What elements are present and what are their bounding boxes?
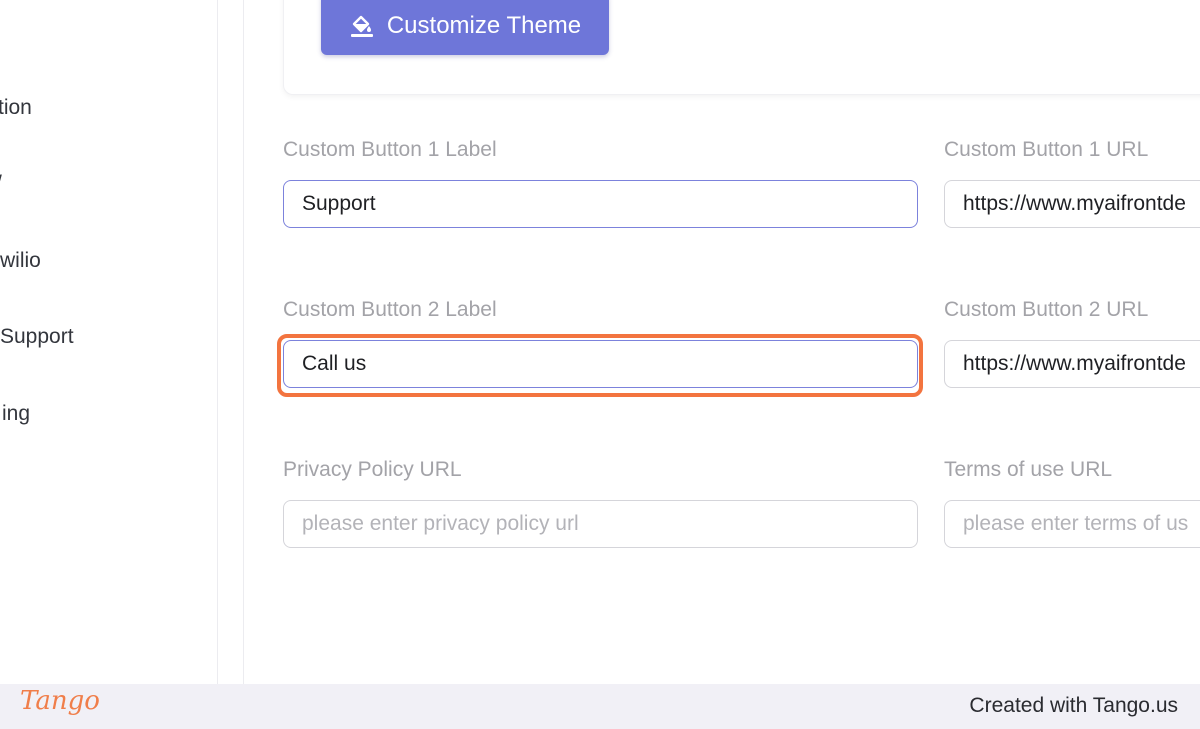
sidebar-item-support[interactable]: Support xyxy=(0,325,74,349)
sidebar-item-integration[interactable]: tion xyxy=(0,96,32,120)
tango-logo: Tango xyxy=(20,686,100,716)
customize-theme-label: Customize Theme xyxy=(386,11,582,39)
button2-label-input[interactable]: Call us xyxy=(283,340,918,388)
content-divider xyxy=(243,0,244,684)
button2-label-heading: Custom Button 2 Label xyxy=(283,298,497,321)
button1-url-input[interactable]: https://www.myaifrontde xyxy=(944,180,1200,228)
customize-theme-button[interactable]: Customize Theme xyxy=(321,0,609,55)
tango-credit[interactable]: Created with Tango.us xyxy=(969,694,1178,718)
privacy-url-input[interactable]: please enter privacy policy url xyxy=(283,500,918,548)
button1-label-heading: Custom Button 1 Label xyxy=(283,138,497,161)
button2-url-input[interactable]: https://www.myaifrontde xyxy=(944,340,1200,388)
sidebar-item-billing[interactable]: ing xyxy=(2,402,30,426)
terms-url-heading: Terms of use URL xyxy=(944,458,1113,481)
sidebar-item-privacy[interactable]: / xyxy=(0,172,2,196)
button2-url-heading: Custom Button 2 URL xyxy=(944,298,1149,321)
terms-url-input[interactable]: please enter terms of us xyxy=(944,500,1200,548)
sidebar-item-twilio[interactable]: wilio xyxy=(0,249,41,273)
button1-label-input[interactable]: Support xyxy=(283,180,918,228)
button1-url-heading: Custom Button 1 URL xyxy=(944,138,1149,161)
privacy-url-heading: Privacy Policy URL xyxy=(283,458,462,481)
sidebar: tion / wilio Support ing xyxy=(0,0,218,684)
paint-bucket-icon xyxy=(349,13,375,39)
